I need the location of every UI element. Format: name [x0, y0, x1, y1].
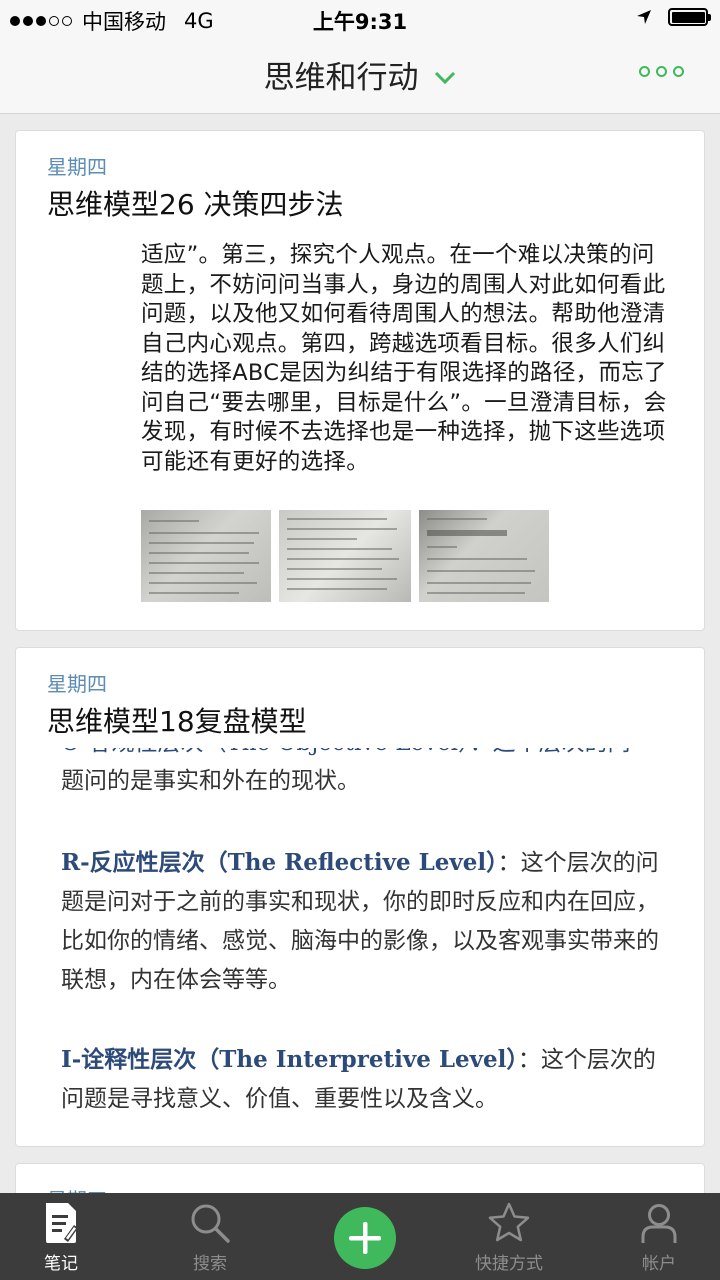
excerpt-term: R-反应性层次（The Reflective Level） [61, 849, 498, 876]
nav-bar: 思维和行动 [0, 36, 720, 114]
search-icon [191, 1204, 230, 1243]
location-arrow-icon [637, 10, 651, 24]
notes-icon [46, 1203, 78, 1243]
plus-icon [349, 1222, 381, 1254]
status-bar: 中国移动 4G 上午9:31 [0, 0, 720, 36]
excerpt-paragraph: 题问的是事实和外在的现状。 [61, 768, 360, 794]
notebook-selector[interactable]: 思维和行动 [0, 52, 720, 97]
new-note-button[interactable] [334, 1207, 396, 1269]
tab-label: 搜索 [193, 1254, 227, 1274]
note-date: 星期四 [47, 155, 107, 179]
tab-shortcuts[interactable]: 快捷方式 [459, 1201, 559, 1274]
user-icon [641, 1204, 677, 1243]
note-thumbnail [279, 510, 411, 602]
tab-label: 帐户 [642, 1254, 676, 1274]
note-title: 思维模型18复盘模型 [47, 705, 307, 738]
tab-label: 笔记 [44, 1254, 78, 1274]
note-card[interactable]: 星期四 思维模型18复盘模型 O-客观性层次（The Objective Lev… [15, 647, 705, 1147]
clipped-line-text: O-客观性层次（The Objective Level）：这个层次的问 [61, 748, 631, 763]
excerpt-paragraph: R-反应性层次（The Reflective Level）：这个层次的问题是问对… [61, 843, 671, 1000]
clock: 上午9:31 [312, 10, 408, 34]
excerpt-term: I-诠释性层次（The Interpretive Level） [61, 1046, 518, 1073]
note-excerpt: O-客观性层次（The Objective Level）：这个层次的问 题问的是… [61, 748, 671, 1119]
tab-account[interactable]: 帐户 [609, 1201, 709, 1274]
more-options-button[interactable] [639, 66, 684, 77]
note-thumbnail [141, 510, 271, 602]
notebook-title: 思维和行动 [263, 60, 419, 96]
note-thumbnail [419, 510, 549, 602]
tab-bar: 笔记 搜索 快捷方式 帐户 [0, 1193, 720, 1280]
chevron-down-icon [435, 71, 456, 84]
note-date: 星期四 [47, 672, 107, 696]
excerpt-paragraph: I-诠释性层次（The Interpretive Level）：这个层次的问题是… [61, 1040, 671, 1119]
note-card[interactable]: 星期四 思维模型26 决策四步法 适应”。第三，探究个人观点。在一个难以决策的问… [15, 130, 705, 631]
note-thumbnails [141, 510, 549, 602]
note-excerpt: 适应”。第三，探究个人观点。在一个难以决策的问题上，不妨问问当事人，身边的周围人… [141, 242, 667, 475]
tab-search[interactable]: 搜索 [160, 1201, 260, 1274]
star-icon [488, 1202, 530, 1242]
tab-label: 快捷方式 [475, 1254, 543, 1274]
tab-notes[interactable]: 笔记 [11, 1201, 111, 1274]
note-title: 思维模型26 决策四步法 [47, 188, 344, 221]
clipped-line: O-客观性层次（The Objective Level）：这个层次的问 题问的是… [61, 748, 671, 803]
battery-icon [668, 8, 711, 26]
